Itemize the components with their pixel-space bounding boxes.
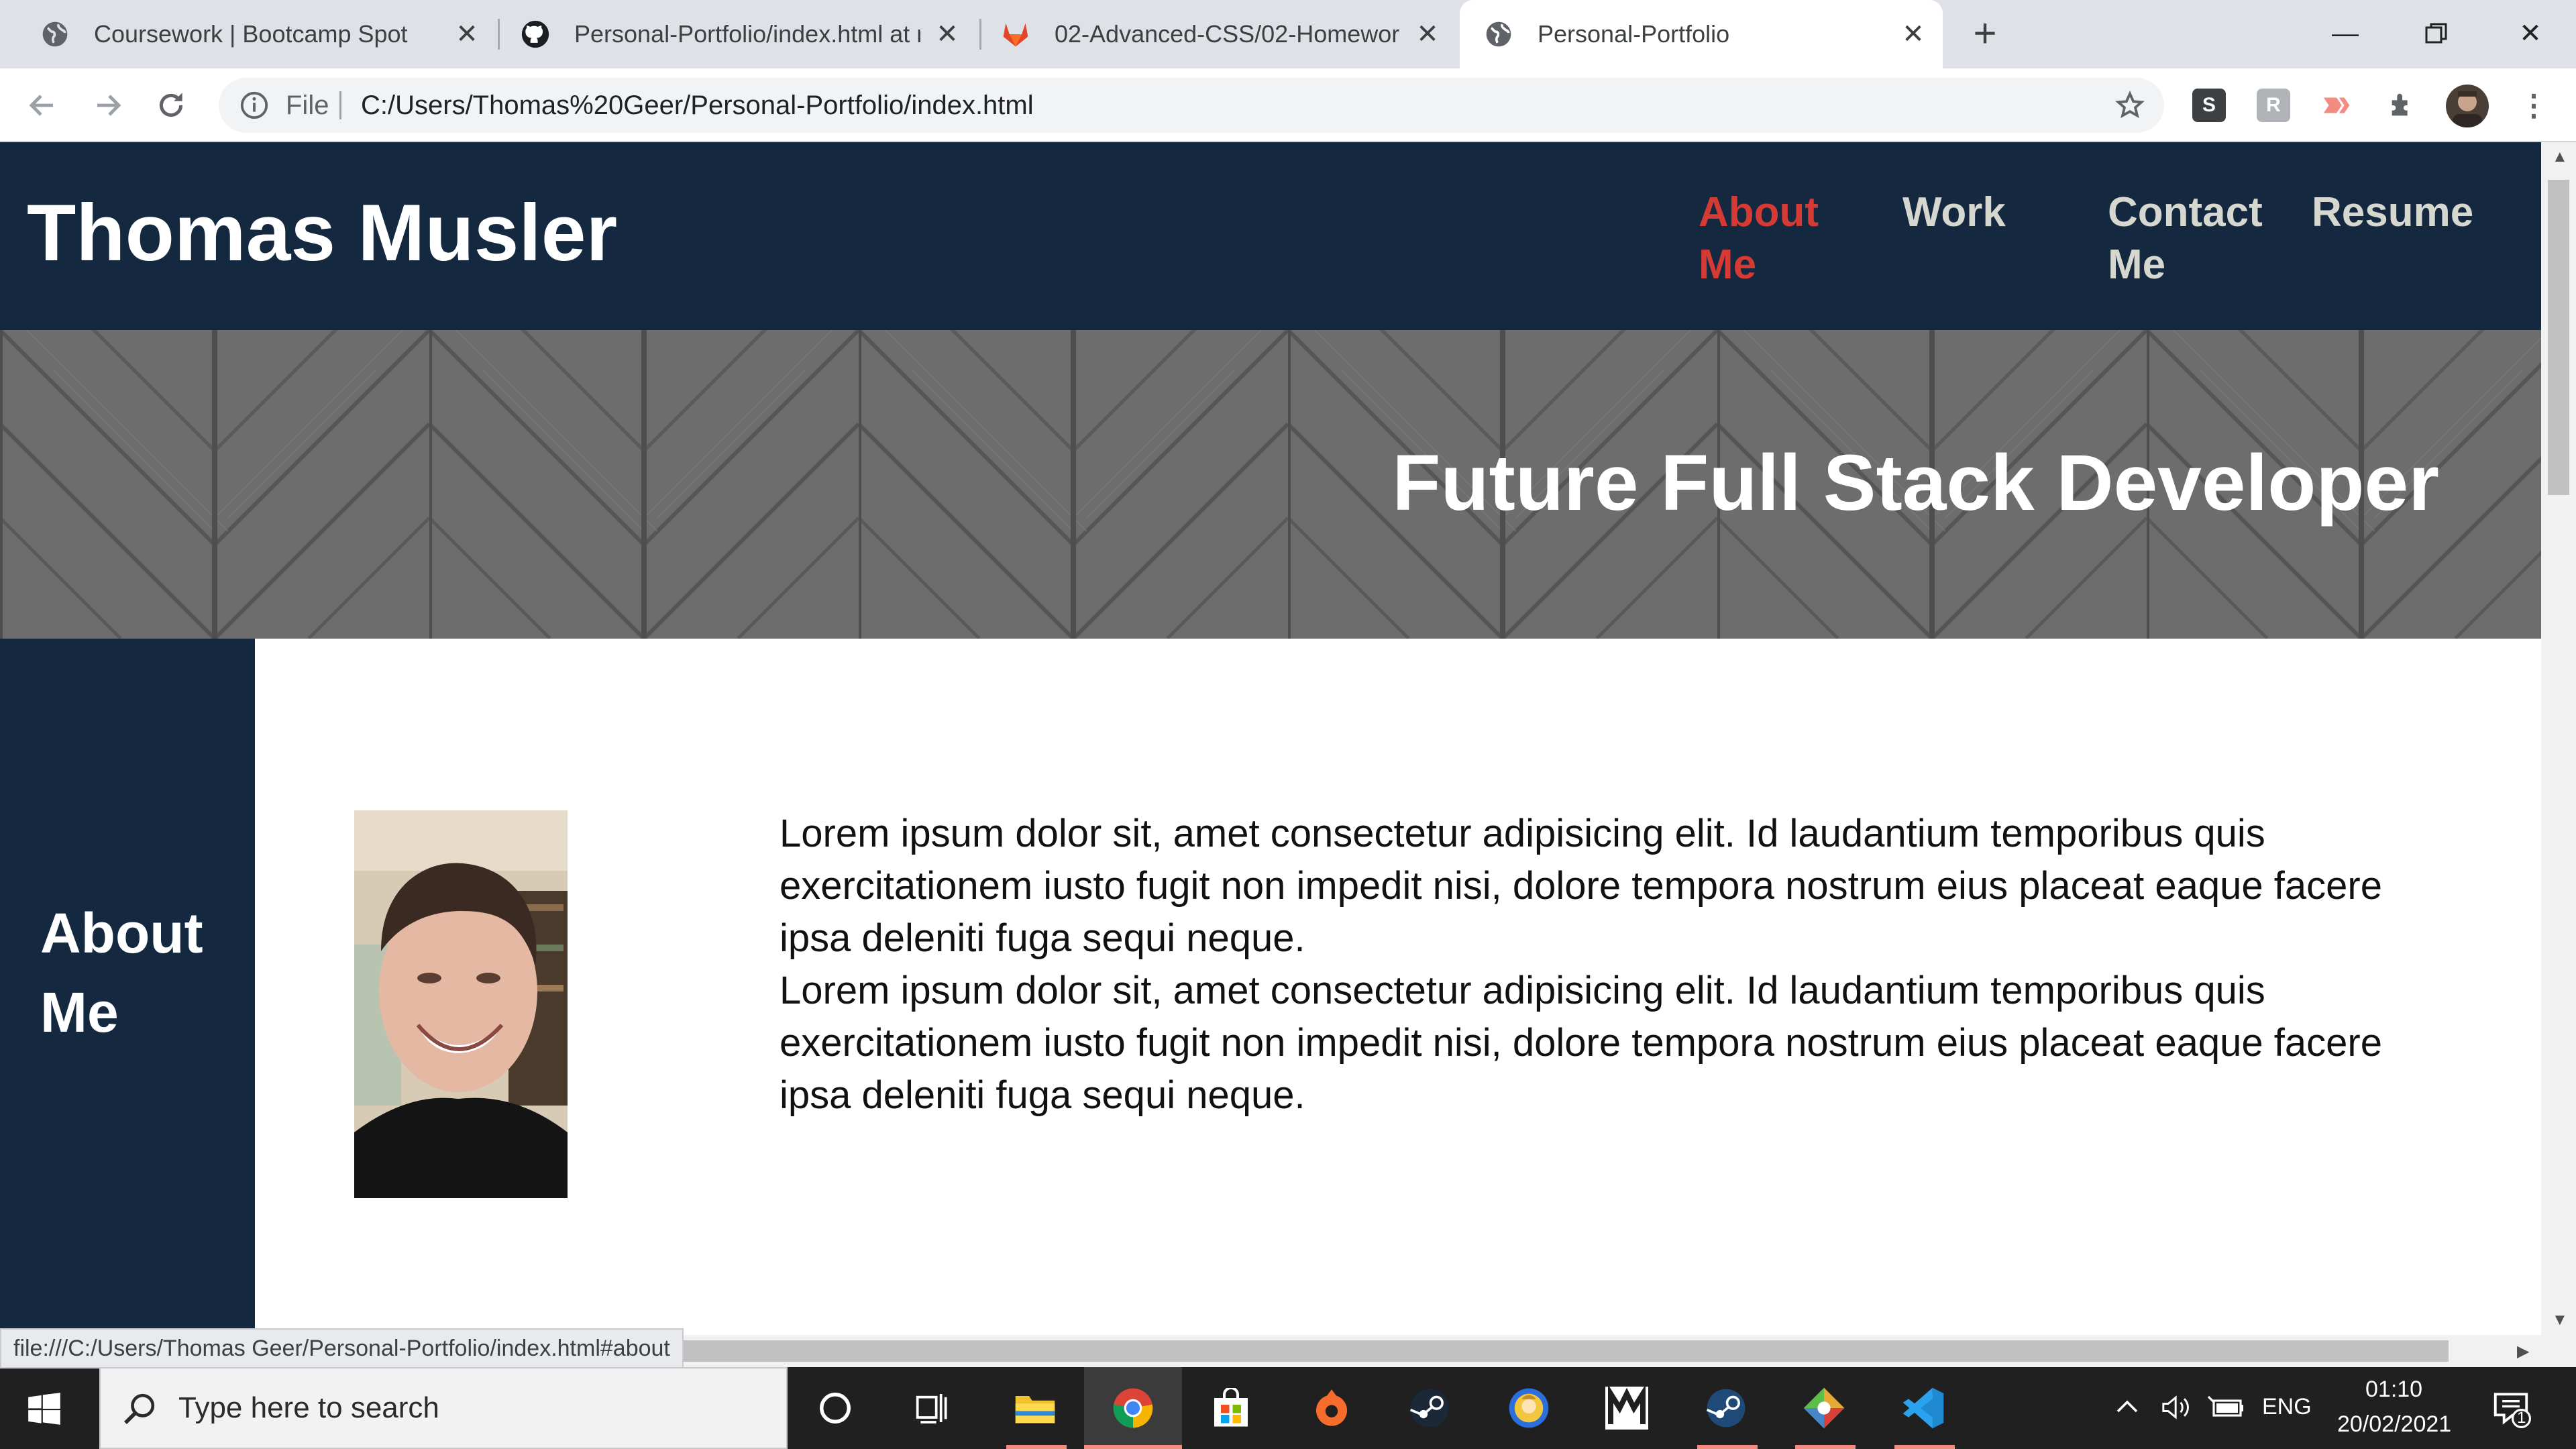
site-name: Thomas Musler (27, 188, 618, 278)
origin-icon[interactable] (1309, 1386, 1354, 1430)
clock-date[interactable]: 20/02/2021 (2337, 1411, 2451, 1438)
notification-count: 1 (2517, 1409, 2526, 1427)
close-tab-icon[interactable]: ✕ (1898, 19, 1928, 49)
steam-icon[interactable] (1407, 1386, 1452, 1430)
restore-icon[interactable] (2396, 13, 2477, 54)
new-tab-icon[interactable]: + (1966, 13, 2004, 54)
globe-icon (40, 19, 70, 49)
taskbar-search[interactable]: Type here to search (99, 1367, 788, 1449)
url-text[interactable]: C:/Users/Thomas%20Geer/Personal-Portfoli… (361, 78, 1034, 133)
tab-personal-portfolio[interactable]: Personal-Portfolio ✕ (1460, 0, 1943, 68)
vscode-icon[interactable] (1901, 1386, 1945, 1430)
gitlab-icon (1001, 19, 1030, 49)
scroll-right-icon[interactable]: ▶ (2517, 1342, 2529, 1361)
extension-s-icon[interactable]: S (2192, 89, 2226, 122)
nav-work[interactable]: Work (1902, 186, 2037, 239)
task-view-icon[interactable] (911, 1386, 955, 1430)
close-window-icon[interactable]: ✕ (2490, 13, 2571, 54)
scroll-up-icon[interactable]: ▲ (2552, 148, 2568, 166)
tab-title: Personal-Portfolio (1538, 20, 1730, 48)
steam-icon[interactable] (1704, 1386, 1748, 1430)
page-viewport: Thomas Musler About Me Work Contact Me R… (0, 142, 2541, 1335)
about-sidebar: About Me (0, 639, 255, 1335)
about-paragraph-2: Lorem ipsum dolor sit, amet consectetur … (780, 969, 2382, 1117)
tab-title: Personal-Portfolio/index.html at r (574, 20, 920, 48)
about-paragraph-1: Lorem ipsum dolor sit, amet consectetur … (780, 812, 2382, 960)
extensions-puzzle-icon[interactable] (2385, 89, 2419, 122)
browser-tab-strip: Coursework | Bootcamp Spot ✕ Personal-Po… (0, 0, 2576, 68)
gitkraken-icon[interactable] (1802, 1386, 1846, 1430)
tab-gitlab[interactable]: 02-Advanced-CSS/02-Homework ✕ (961, 0, 1457, 68)
browser-toolbar: File C:/Users/Thomas%20Geer/Personal-Por… (0, 68, 2576, 142)
battery-icon[interactable] (2207, 1393, 2245, 1428)
globe-icon (1484, 19, 1513, 49)
extension-cast-icon[interactable] (2321, 89, 2355, 122)
cortana-icon[interactable] (813, 1386, 857, 1430)
nav-about-me[interactable]: About Me (1699, 186, 1833, 291)
tab-title: 02-Advanced-CSS/02-Homework (1055, 20, 1401, 48)
close-tab-icon[interactable]: ✕ (452, 19, 482, 49)
about-text: Lorem ipsum dolor sit, amet consectetur … (780, 808, 2457, 1122)
bookmark-star-icon[interactable] (2114, 90, 2145, 121)
address-divider (339, 91, 341, 119)
info-icon[interactable] (239, 90, 270, 121)
about-heading: About Me (40, 902, 203, 1044)
close-tab-icon[interactable]: ✕ (1413, 19, 1442, 49)
fallout-shelter-icon[interactable] (1507, 1386, 1551, 1430)
chrome-menu-icon[interactable]: ⋮ (2517, 89, 2551, 122)
site-header: Thomas Musler About Me Work Contact Me R… (0, 142, 2541, 330)
show-hidden-icons-icon[interactable] (2113, 1393, 2141, 1427)
profile-photo (354, 810, 568, 1198)
github-icon (521, 19, 550, 49)
file-explorer-icon[interactable] (1013, 1386, 1057, 1430)
search-icon (121, 1390, 158, 1428)
nav-contact-me[interactable]: Contact Me (2108, 186, 2263, 291)
hero-title: Future Full Stack Developer (1392, 439, 2439, 527)
back-icon[interactable] (20, 83, 64, 127)
extension-r-icon[interactable]: R (2257, 89, 2290, 122)
malwarebytes-icon[interactable] (1605, 1386, 1649, 1430)
tab-github[interactable]: Personal-Portfolio/index.html at r ✕ (480, 0, 977, 68)
reload-icon[interactable] (149, 83, 193, 127)
windows-start-icon[interactable] (27, 1391, 62, 1426)
hero-banner: Future Full Stack Developer (0, 330, 2541, 639)
tab-coursework[interactable]: Coursework | Bootcamp Spot ✕ (0, 0, 496, 68)
nav-resume[interactable]: Resume (2312, 186, 2473, 239)
vertical-scroll-thumb[interactable] (2548, 180, 2569, 495)
store-icon[interactable] (1209, 1386, 1253, 1430)
tab-title: Coursework | Bootcamp Spot (94, 20, 408, 48)
windows-taskbar: Type here to search ENG 01:10 20/02/2021… (0, 1367, 2576, 1449)
notifications-icon[interactable]: 1 (2490, 1387, 2532, 1435)
address-bar[interactable]: File C:/Users/Thomas%20Geer/Personal-Por… (219, 78, 2164, 133)
volume-icon[interactable] (2159, 1393, 2195, 1428)
scheme-label: File (286, 91, 329, 120)
scroll-down-icon[interactable]: ▼ (2552, 1311, 2568, 1330)
search-placeholder: Type here to search (178, 1391, 439, 1424)
profile-avatar[interactable] (2446, 85, 2489, 127)
clock-time[interactable]: 01:10 (2365, 1377, 2422, 1403)
forward-icon[interactable] (86, 83, 130, 127)
language-indicator[interactable]: ENG (2262, 1394, 2312, 1420)
vertical-scrollbar[interactable]: ▲ ▼ (2541, 142, 2576, 1367)
close-tab-icon[interactable]: ✕ (932, 19, 962, 49)
chrome-icon[interactable] (1111, 1386, 1155, 1430)
status-bar-url: file:///C:/Users/Thomas Geer/Personal-Po… (0, 1328, 684, 1368)
minimize-icon[interactable]: — (2305, 13, 2385, 54)
